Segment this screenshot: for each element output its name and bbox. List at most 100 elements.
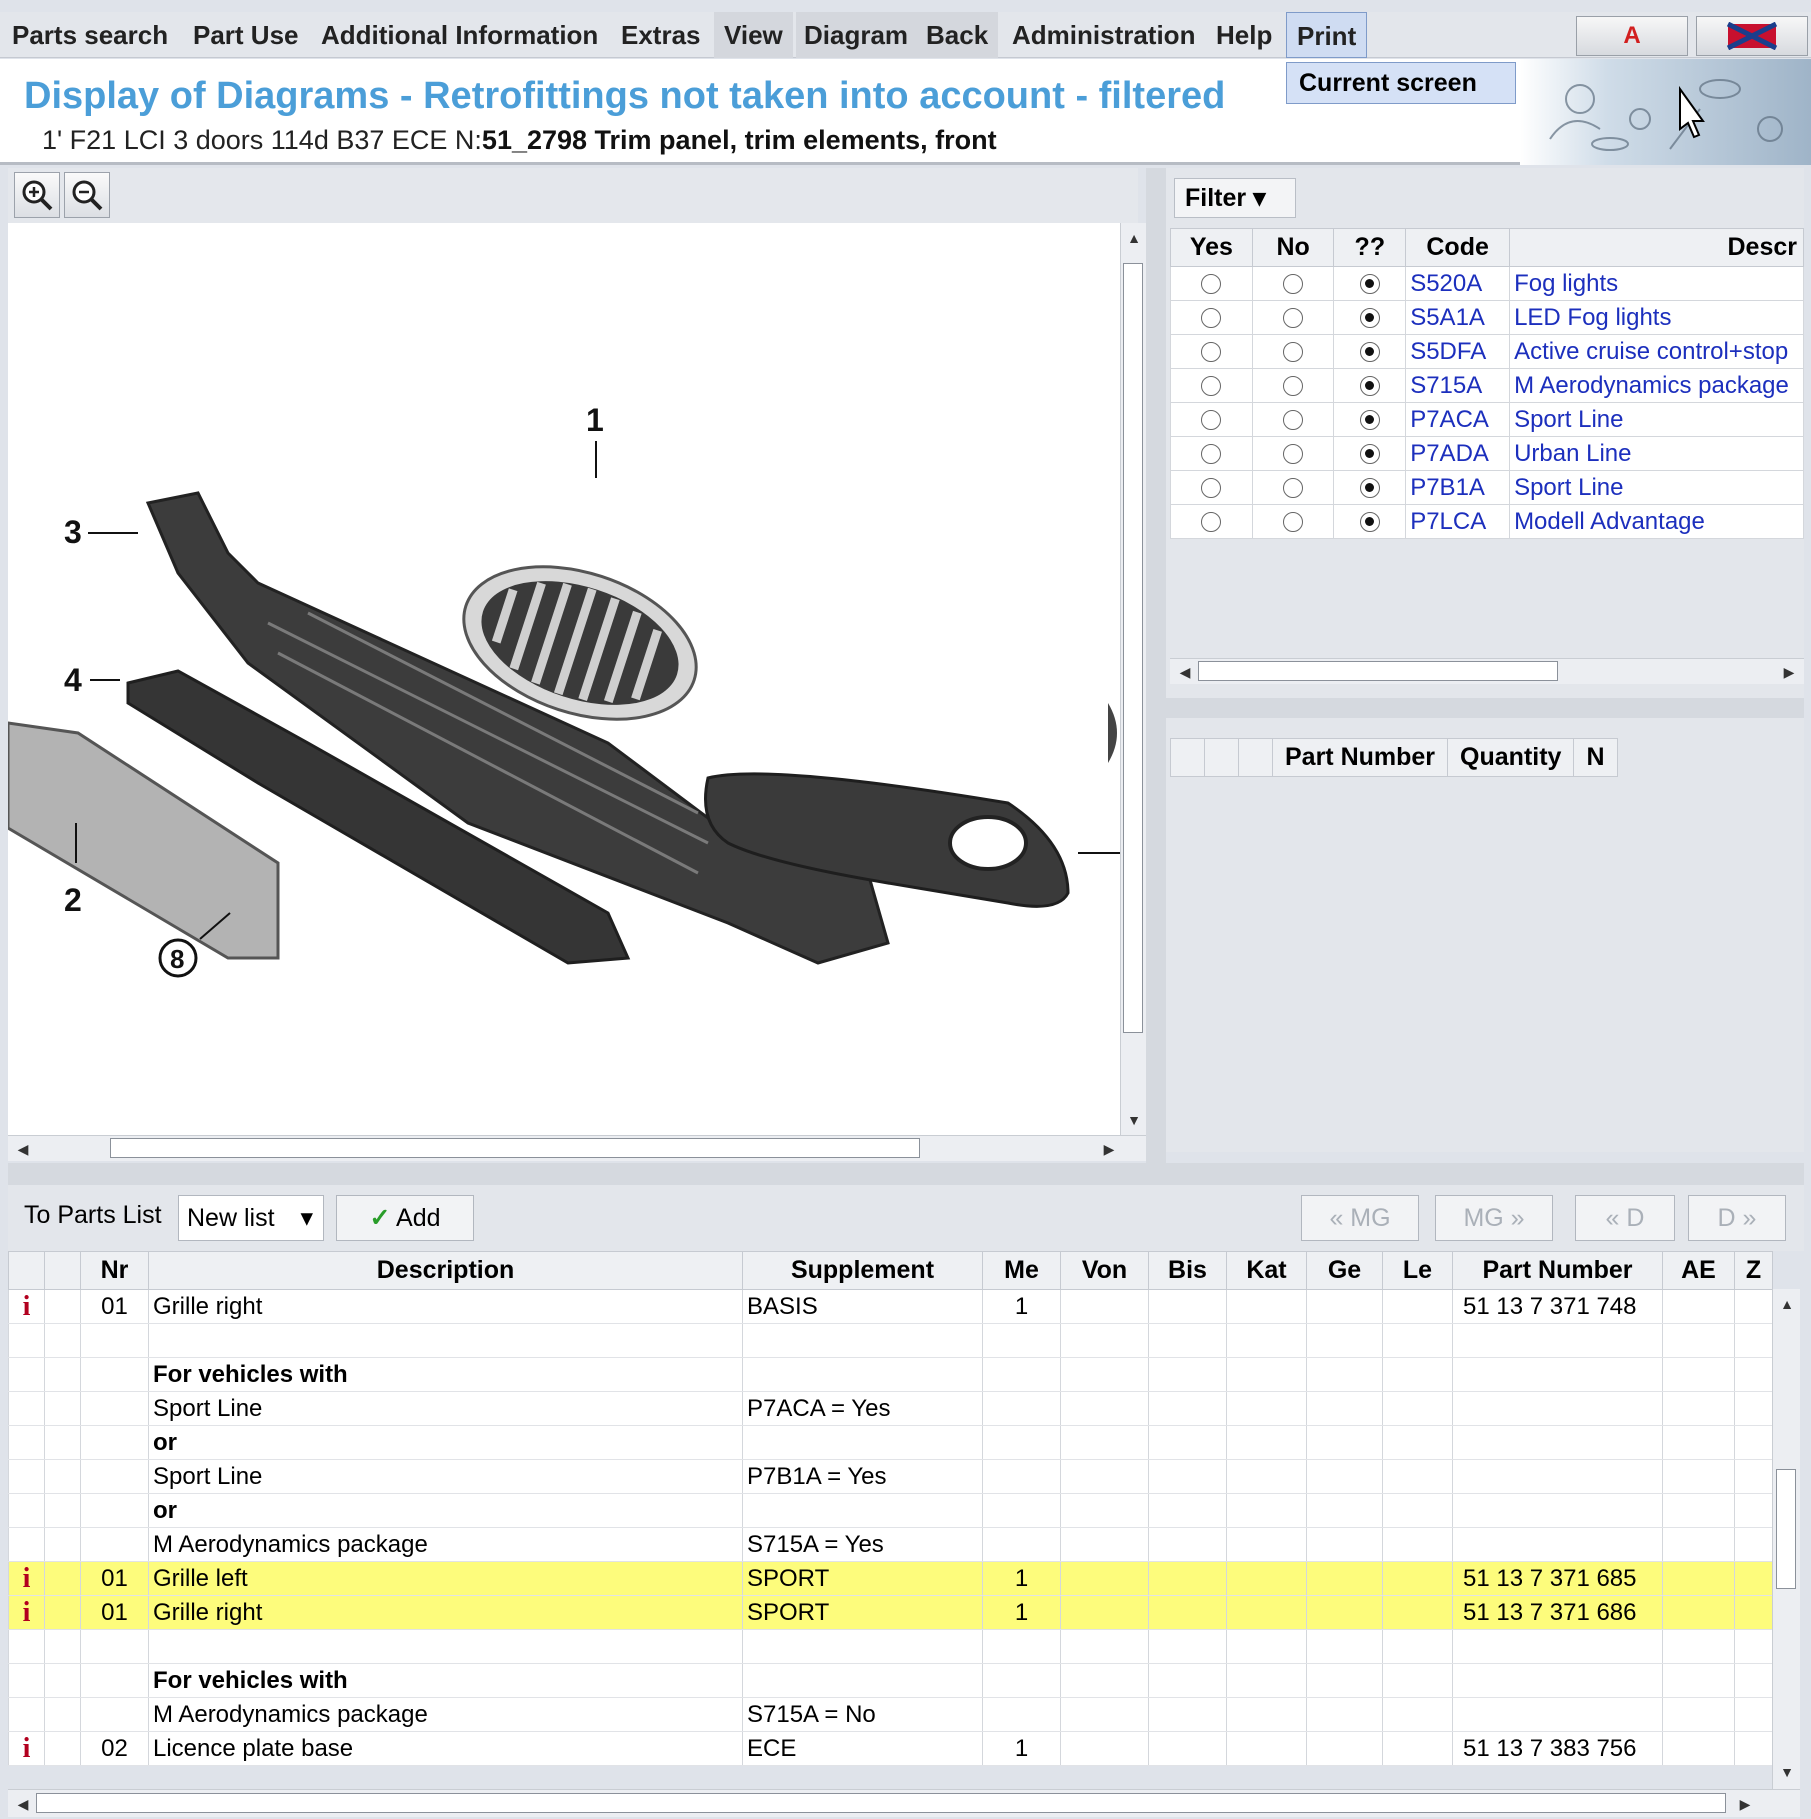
- radio-no[interactable]: [1283, 410, 1304, 431]
- filter-row[interactable]: P7ADA Urban Line: [1170, 436, 1804, 471]
- col-nr[interactable]: Nr: [80, 1251, 149, 1290]
- scroll-down-icon[interactable]: ▼: [1123, 1109, 1145, 1131]
- filter-row[interactable]: S520A Fog lights: [1170, 266, 1804, 301]
- filter-row[interactable]: S5A1A LED Fog lights: [1170, 300, 1804, 335]
- menu-extras[interactable]: Extras: [621, 12, 701, 58]
- print-current-screen-item[interactable]: Current screen: [1286, 62, 1516, 104]
- parts-vscroll[interactable]: ▲ ▼: [1772, 1289, 1800, 1789]
- radio-unknown[interactable]: [1359, 512, 1380, 533]
- col-unknown[interactable]: ??: [1333, 228, 1407, 267]
- next-mg-button[interactable]: MG »: [1435, 1195, 1553, 1241]
- filter-hscroll[interactable]: ◀ ▶: [1170, 658, 1804, 684]
- scroll-left-icon[interactable]: ◀: [1174, 661, 1196, 683]
- diagram-hscroll-thumb[interactable]: [110, 1138, 920, 1158]
- vertical-splitter[interactable]: [1146, 168, 1166, 1163]
- table-row[interactable]: M Aerodynamics package S715A = Yes: [8, 1527, 1773, 1562]
- menu-additional-information[interactable]: Additional Information: [321, 12, 598, 58]
- info-icon[interactable]: i: [8, 1289, 45, 1324]
- parts-list-select[interactable]: New list ▾: [178, 1195, 324, 1241]
- filter-row[interactable]: P7ACA Sport Line: [1170, 402, 1804, 437]
- radio-no[interactable]: [1283, 512, 1304, 533]
- radio-unknown[interactable]: [1359, 308, 1380, 329]
- parts-hscroll-thumb[interactable]: [36, 1793, 1726, 1813]
- filter-row[interactable]: S5DFA Active cruise control+stop: [1170, 334, 1804, 369]
- col-le[interactable]: Le: [1382, 1251, 1453, 1290]
- col-info[interactable]: [8, 1251, 45, 1290]
- filter-row[interactable]: P7B1A Sport Line: [1170, 470, 1804, 505]
- info-icon[interactable]: [8, 1425, 45, 1460]
- col-supplement[interactable]: Supplement: [742, 1251, 983, 1290]
- add-button[interactable]: ✓ Add: [336, 1195, 474, 1241]
- filter-row[interactable]: S715A M Aerodynamics package: [1170, 368, 1804, 403]
- filter-hscroll-thumb[interactable]: [1198, 661, 1558, 681]
- info-icon[interactable]: [8, 1357, 45, 1392]
- radio-unknown[interactable]: [1359, 444, 1380, 465]
- col-n[interactable]: N: [1573, 738, 1618, 777]
- flag-b-button[interactable]: [1696, 16, 1808, 56]
- radio-no[interactable]: [1283, 274, 1304, 295]
- info-icon[interactable]: [8, 1527, 45, 1562]
- zoom-in-button[interactable]: [14, 172, 60, 218]
- col-code[interactable]: Code: [1405, 228, 1511, 267]
- table-row[interactable]: For vehicles with: [8, 1663, 1773, 1698]
- col-quantity[interactable]: Quantity: [1447, 738, 1575, 777]
- table-row[interactable]: Sport Line P7ACA = Yes: [8, 1391, 1773, 1426]
- scroll-right-icon[interactable]: ▶: [1098, 1138, 1120, 1160]
- right-horizontal-splitter[interactable]: [1166, 698, 1804, 718]
- menu-back[interactable]: Back: [916, 12, 999, 58]
- info-icon[interactable]: i: [8, 1731, 45, 1766]
- table-row[interactable]: [8, 1629, 1773, 1664]
- menu-administration[interactable]: Administration: [1012, 12, 1195, 58]
- table-row[interactable]: or: [8, 1493, 1773, 1528]
- col-ae[interactable]: AE: [1662, 1251, 1735, 1290]
- radio-yes[interactable]: [1201, 478, 1222, 499]
- bottom-horizontal-splitter[interactable]: [8, 1163, 1804, 1185]
- col-von[interactable]: Von: [1060, 1251, 1149, 1290]
- diagram-hscroll[interactable]: ◀ ▶: [8, 1135, 1146, 1161]
- flag-a-button[interactable]: A: [1576, 16, 1688, 56]
- radio-yes[interactable]: [1201, 376, 1222, 397]
- prev-mg-button[interactable]: « MG: [1301, 1195, 1419, 1241]
- col-part-number[interactable]: Part Number: [1452, 1251, 1663, 1290]
- scroll-up-icon[interactable]: ▲: [1123, 227, 1145, 249]
- diagram-vscroll[interactable]: ▲ ▼: [1120, 223, 1146, 1135]
- info-icon[interactable]: [8, 1323, 45, 1358]
- table-row[interactable]: i 01 Grille right SPORT 1 51 13 7 371 686: [8, 1595, 1773, 1630]
- filter-dropdown-button[interactable]: Filter ▾: [1174, 178, 1296, 218]
- radio-no[interactable]: [1283, 308, 1304, 329]
- radio-no[interactable]: [1283, 444, 1304, 465]
- col-yes[interactable]: Yes: [1170, 228, 1253, 267]
- col-me[interactable]: Me: [982, 1251, 1061, 1290]
- radio-unknown[interactable]: [1359, 342, 1380, 363]
- radio-yes[interactable]: [1201, 512, 1222, 533]
- parts-diagram[interactable]: 1 2 3 4 8: [8, 223, 1120, 1135]
- radio-yes[interactable]: [1201, 342, 1222, 363]
- scroll-down-icon[interactable]: ▼: [1776, 1761, 1798, 1783]
- parts-vscroll-thumb[interactable]: [1776, 1469, 1796, 1589]
- radio-no[interactable]: [1283, 376, 1304, 397]
- scroll-up-icon[interactable]: ▲: [1776, 1293, 1798, 1315]
- info-icon[interactable]: [8, 1459, 45, 1494]
- radio-no[interactable]: [1283, 478, 1304, 499]
- col-ge[interactable]: Ge: [1306, 1251, 1383, 1290]
- menu-view[interactable]: View: [714, 12, 793, 58]
- table-row[interactable]: i 01 Grille left SPORT 1 51 13 7 371 685: [8, 1561, 1773, 1596]
- col-blank[interactable]: [44, 1251, 81, 1290]
- radio-yes[interactable]: [1201, 274, 1222, 295]
- radio-yes[interactable]: [1201, 444, 1222, 465]
- zoom-out-button[interactable]: [64, 172, 110, 218]
- col-part-number[interactable]: Part Number: [1271, 738, 1449, 777]
- prev-d-button[interactable]: « D: [1575, 1195, 1675, 1241]
- menu-print[interactable]: Print: [1286, 12, 1368, 58]
- table-row[interactable]: M Aerodynamics package S715A = No: [8, 1697, 1773, 1732]
- parts-hscroll[interactable]: ◀ ▶: [8, 1789, 1800, 1817]
- col-bis[interactable]: Bis: [1148, 1251, 1227, 1290]
- menu-help[interactable]: Help: [1216, 12, 1272, 58]
- radio-yes[interactable]: [1201, 410, 1222, 431]
- col-kat[interactable]: Kat: [1226, 1251, 1307, 1290]
- scroll-right-icon[interactable]: ▶: [1734, 1793, 1756, 1815]
- info-icon[interactable]: i: [8, 1595, 45, 1630]
- col-descr[interactable]: Descr: [1509, 228, 1804, 267]
- radio-unknown[interactable]: [1359, 478, 1380, 499]
- scroll-right-icon[interactable]: ▶: [1778, 661, 1800, 683]
